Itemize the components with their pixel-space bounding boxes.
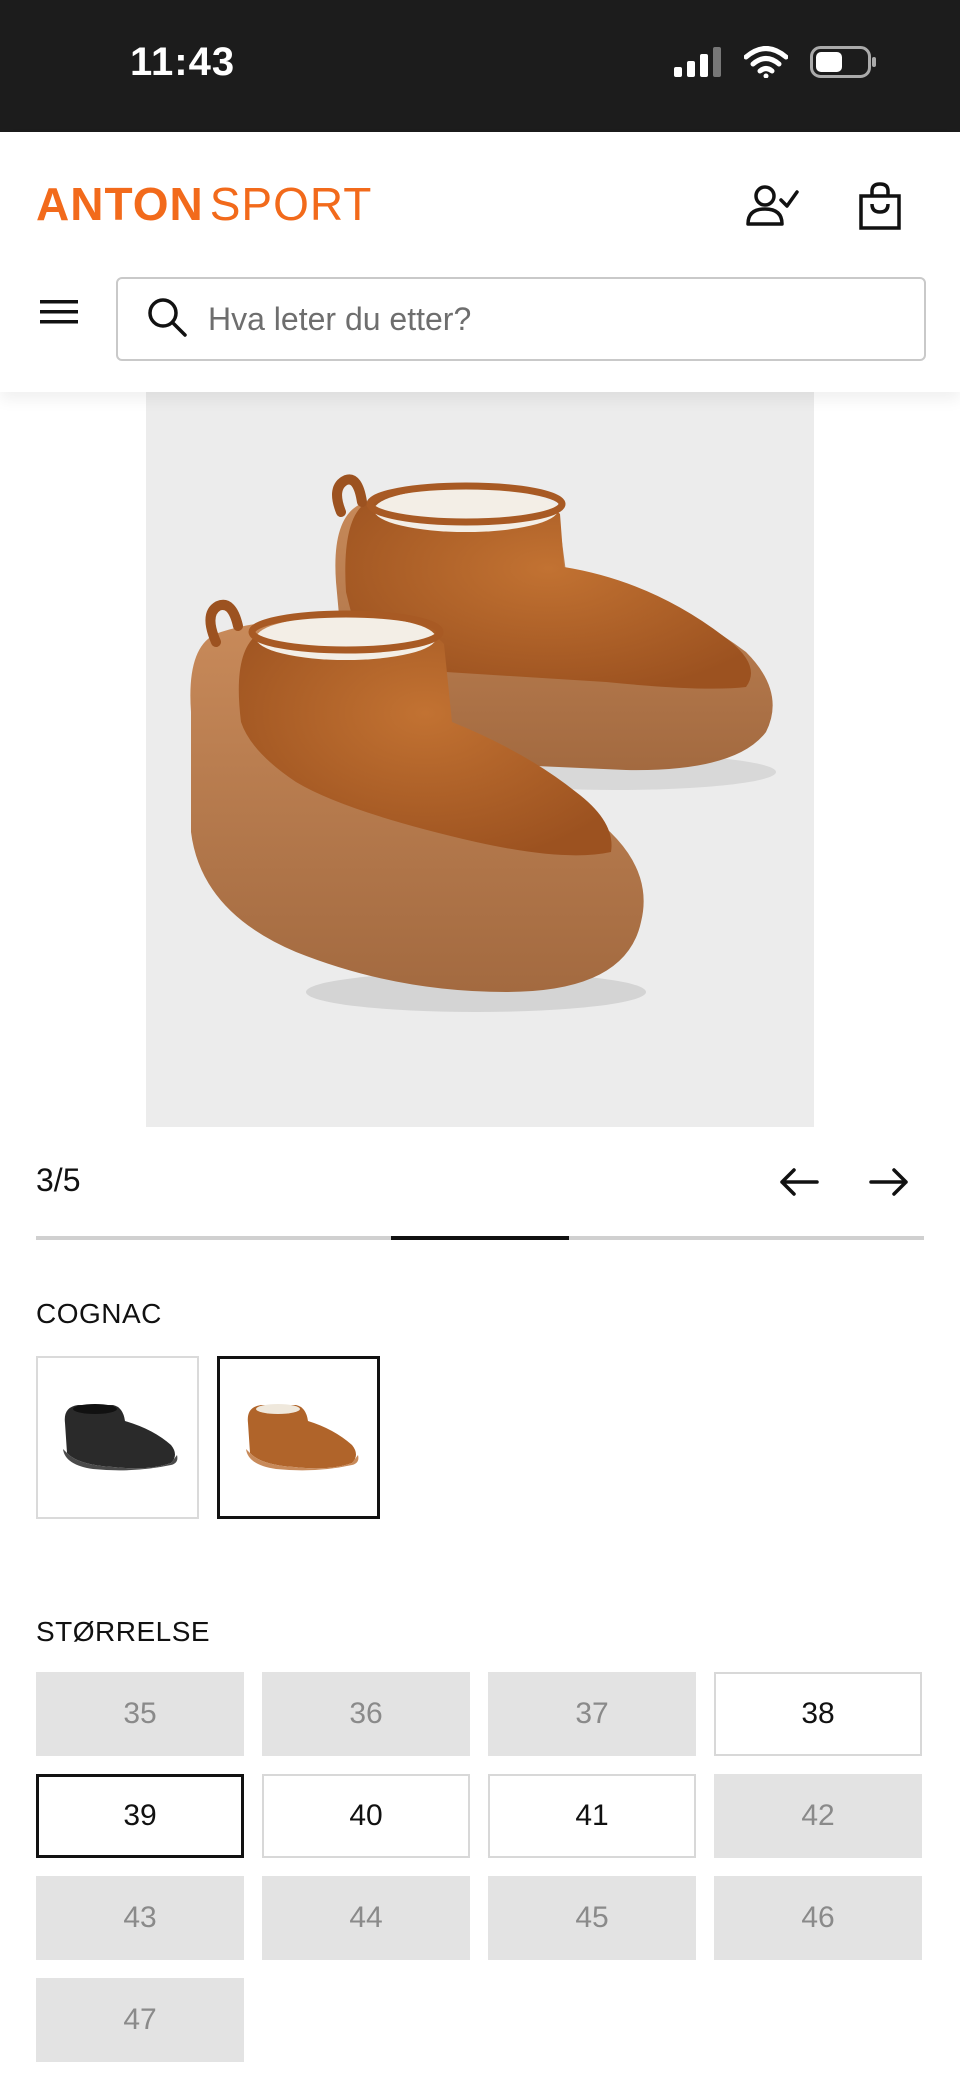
logo-sport-text: SPORT <box>209 178 373 230</box>
anton-sport-logo[interactable]: ANTON SPORT <box>36 177 372 231</box>
arrow-left-icon <box>780 1168 819 1196</box>
size-option-45[interactable]: 45 <box>488 1876 696 1960</box>
size-option-47[interactable]: 47 <box>36 1978 244 2062</box>
image-counter: 3/5 <box>36 1162 81 1198</box>
gallery-progress-indicator <box>391 1236 569 1240</box>
status-bar: 11:43 <box>0 0 960 132</box>
hamburger-menu-icon[interactable] <box>36 292 82 332</box>
battery-icon <box>810 46 876 83</box>
cognac-boot-thumbnail <box>245 1403 358 1470</box>
size-option-37[interactable]: 37 <box>488 1672 696 1756</box>
status-time: 11:43 <box>130 40 236 84</box>
size-option-41[interactable]: 41 <box>488 1774 696 1858</box>
wifi-icon <box>743 46 789 83</box>
boot-illustration <box>190 474 776 1012</box>
search-icon <box>146 296 188 343</box>
size-option-43[interactable]: 43 <box>36 1876 244 1960</box>
size-option-40[interactable]: 40 <box>262 1774 470 1858</box>
size-option-46[interactable]: 46 <box>714 1876 922 1960</box>
size-grid: 35 36 37 38 39 40 41 42 43 44 45 46 47 <box>36 1672 924 2062</box>
color-label: COGNAC <box>36 1298 162 1329</box>
size-label: STØRRELSE <box>36 1616 211 1647</box>
status-icons <box>674 46 876 83</box>
site-header: ANTON SPORT <box>0 132 960 392</box>
black-boot-thumbnail <box>62 1403 177 1470</box>
size-option-44[interactable]: 44 <box>262 1876 470 1960</box>
size-option-38[interactable]: 38 <box>714 1672 922 1756</box>
shopping-bag-icon[interactable] <box>852 180 908 232</box>
color-swatch-cognac[interactable] <box>217 1356 380 1519</box>
logo-anton-text: ANTON <box>36 178 204 230</box>
size-option-35[interactable]: 35 <box>36 1672 244 1756</box>
size-option-39[interactable]: 39 <box>36 1774 244 1858</box>
gallery-progress-bar <box>36 1236 924 1240</box>
search-input[interactable] <box>208 300 808 338</box>
next-image-button[interactable] <box>864 1160 914 1204</box>
arrow-right-icon <box>869 1168 908 1196</box>
previous-image-button[interactable] <box>774 1160 824 1204</box>
size-option-36[interactable]: 36 <box>262 1672 470 1756</box>
search-bar[interactable] <box>116 277 926 361</box>
size-option-42[interactable]: 42 <box>714 1774 922 1858</box>
account-icon[interactable] <box>744 180 800 232</box>
color-swatch-black[interactable] <box>36 1356 199 1519</box>
product-image[interactable] <box>146 392 814 1127</box>
cellular-signal-icon <box>674 47 722 82</box>
